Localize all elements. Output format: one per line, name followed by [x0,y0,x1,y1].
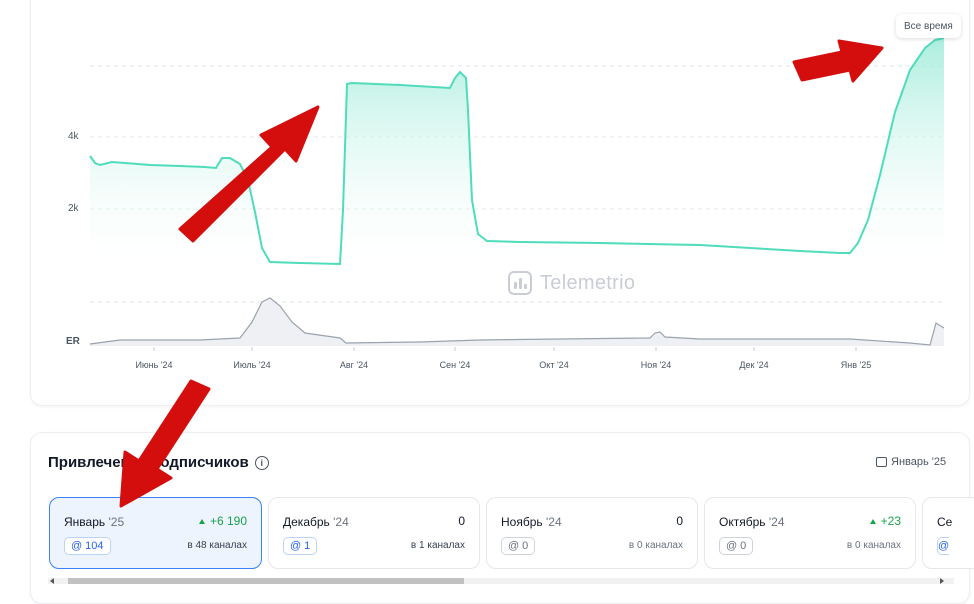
subscribers-area-fill [90,38,944,264]
month-card-november[interactable]: Ноябрь '24 0 @0 в 0 каналах [486,497,698,569]
mentions-badge: @104 [64,537,111,555]
x-tick-label: Июль '24 [233,360,271,370]
x-tick-label: Июнь '24 [135,360,173,370]
month-name: Ноябрь '24 [501,515,562,529]
month-delta: +23 [869,514,901,528]
up-arrow-icon [869,518,876,524]
month-delta: 0 [458,514,465,528]
at-icon: @ [71,540,83,552]
x-tick-label: Сен '24 [439,360,471,370]
channels-count: в 0 каналах [846,540,901,551]
at-icon: @ [508,540,520,552]
time-range-button[interactable]: Все время [896,14,961,38]
x-tick-label: Янв '25 [840,360,872,370]
month-filter-label: Январь '25 [891,456,947,468]
x-tick-label: Окт '24 [539,360,569,370]
horizontal-scrollbar-thumb[interactable] [68,578,464,584]
mentions-badge: @1 [283,537,318,555]
calendar-icon [876,457,887,467]
telemetrio-logo-icon [508,271,532,295]
mentions-badge: @0 [501,537,536,555]
x-tick-label: Авг '24 [339,360,369,370]
month-name: Декабрь '24 [283,515,349,529]
scroll-right-icon[interactable] [940,578,944,584]
info-icon[interactable]: i [254,455,269,470]
at-icon: @ [290,540,302,552]
mentions-badge: @ [937,537,949,555]
month-card-december[interactable]: Декабрь '24 0 @1 в 1 каналах [268,497,480,569]
x-tick-label: Ноя '24 [640,360,672,370]
section-title-text: Привлечение подписчиков [48,454,249,471]
channels-count: в 1 каналах [410,540,465,551]
month-name: Январь '25 [64,515,125,529]
month-name: Се [937,515,953,529]
month-filter[interactable]: Январь '25 [876,456,946,468]
er-line [89,297,945,346]
month-delta: 0 [676,514,683,528]
x-tick-label: Дек '24 [739,360,769,370]
up-arrow-icon [198,518,205,524]
x-axis-ticks [153,347,857,351]
y-tick-label: 4k [68,131,79,142]
at-icon: @ [726,540,738,552]
channels-count: в 0 каналах [628,540,683,551]
telemetrio-watermark: Telemetrio [508,271,635,295]
subscribers-area-chart [89,37,945,351]
month-card-october[interactable]: Октябрь '24 +23 @0 в 0 каналах [704,497,916,569]
month-card-january[interactable]: Январь '25 +6 190 @104 в 48 каналах [49,497,262,569]
scroll-left-icon[interactable] [50,578,54,584]
section-title: Привлечение подписчиков i [48,454,269,471]
mentions-badge: @0 [719,537,754,555]
month-delta: +6 190 [198,514,247,528]
er-axis-label: ER [66,336,80,347]
y-tick-label: 2k [68,203,79,214]
at-icon: @ [938,540,949,552]
month-name: Октябрь '24 [719,515,785,529]
watermark-text: Telemetrio [540,271,636,294]
channels-count: в 48 каналах [187,540,247,551]
month-card-september[interactable]: Се @ [922,497,974,569]
